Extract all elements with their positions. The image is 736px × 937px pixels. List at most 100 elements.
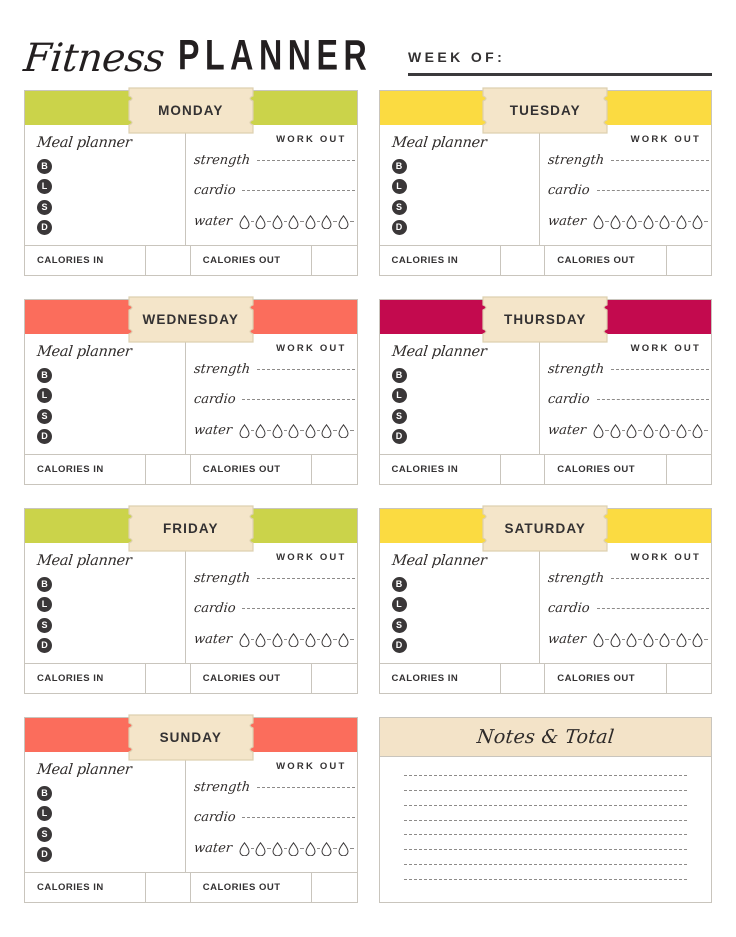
water-drop-icon[interactable]	[659, 423, 670, 438]
water-drop-icon[interactable]	[659, 632, 670, 647]
water-drop-icon[interactable]	[692, 214, 703, 229]
strength-entry-line[interactable]	[256, 577, 355, 579]
strength-entry-line[interactable]	[256, 786, 355, 788]
meal-entry-line[interactable]	[415, 166, 530, 167]
meal-row[interactable]: L	[37, 387, 175, 404]
water-tracker[interactable]	[239, 841, 355, 856]
calories-out-value[interactable]	[667, 664, 711, 693]
meal-row[interactable]: B	[37, 367, 175, 384]
meal-row[interactable]: S	[37, 617, 175, 634]
calories-out-value[interactable]	[312, 246, 356, 275]
cardio-entry-line[interactable]	[242, 817, 355, 819]
meal-entry-line[interactable]	[60, 625, 175, 626]
calories-out-value[interactable]	[312, 873, 356, 902]
meal-row[interactable]: D	[37, 219, 175, 236]
meal-row[interactable]: L	[391, 387, 530, 404]
water-drop-icon[interactable]	[288, 423, 299, 438]
meal-entry-line[interactable]	[415, 645, 530, 646]
strength-entry-line[interactable]	[256, 159, 355, 161]
week-of-field[interactable]: WEEK OF:	[408, 49, 712, 78]
cardio-entry-line[interactable]	[596, 190, 709, 192]
meal-row[interactable]: S	[391, 617, 530, 634]
meal-entry-line[interactable]	[60, 227, 175, 228]
notes-line[interactable]	[403, 789, 687, 791]
water-tracker[interactable]	[239, 632, 355, 647]
water-drop-icon[interactable]	[272, 841, 283, 856]
meal-row[interactable]: B	[391, 367, 530, 384]
calories-out-value[interactable]	[667, 455, 711, 484]
meal-row[interactable]: S	[37, 408, 175, 425]
week-of-writing-line[interactable]	[408, 73, 712, 76]
water-drop-icon[interactable]	[643, 214, 654, 229]
strength-entry-line[interactable]	[611, 159, 709, 161]
meal-entry-line[interactable]	[415, 436, 530, 437]
water-tracker[interactable]	[593, 214, 709, 229]
water-drop-icon[interactable]	[272, 214, 283, 229]
meal-entry-line[interactable]	[60, 813, 175, 814]
meal-entry-line[interactable]	[415, 375, 530, 376]
water-drop-icon[interactable]	[692, 632, 703, 647]
water-drop-icon[interactable]	[288, 632, 299, 647]
meal-row[interactable]: D	[37, 428, 175, 445]
water-drop-icon[interactable]	[255, 632, 266, 647]
strength-row[interactable]: strength	[547, 153, 709, 168]
meal-row[interactable]: S	[37, 199, 175, 216]
water-drop-icon[interactable]	[239, 214, 250, 229]
water-drop-icon[interactable]	[255, 841, 266, 856]
notes-line[interactable]	[403, 819, 687, 821]
water-drop-icon[interactable]	[626, 423, 637, 438]
water-drop-icon[interactable]	[305, 841, 316, 856]
meal-entry-line[interactable]	[415, 186, 530, 187]
calories-in-value[interactable]	[501, 246, 546, 275]
cardio-entry-line[interactable]	[242, 399, 355, 401]
notes-line[interactable]	[403, 834, 687, 836]
meal-row[interactable]: S	[37, 826, 175, 843]
cardio-row[interactable]: cardio	[547, 392, 709, 407]
meal-entry-line[interactable]	[60, 416, 175, 417]
water-drop-icon[interactable]	[676, 423, 687, 438]
meal-row[interactable]: B	[37, 785, 175, 802]
water-drop-icon[interactable]	[288, 841, 299, 856]
water-drop-icon[interactable]	[338, 632, 349, 647]
strength-row[interactable]: strength	[547, 571, 709, 586]
meal-entry-line[interactable]	[60, 166, 175, 167]
cardio-row[interactable]: cardio	[193, 183, 355, 198]
water-drop-icon[interactable]	[593, 632, 604, 647]
meal-entry-line[interactable]	[60, 436, 175, 437]
water-drop-icon[interactable]	[305, 632, 316, 647]
meal-row[interactable]: B	[391, 158, 530, 175]
calories-in-value[interactable]	[501, 664, 546, 693]
calories-out-value[interactable]	[667, 246, 711, 275]
meal-entry-line[interactable]	[60, 375, 175, 376]
calories-in-value[interactable]	[146, 455, 191, 484]
meal-entry-line[interactable]	[60, 186, 175, 187]
water-drop-icon[interactable]	[255, 214, 266, 229]
meal-entry-line[interactable]	[415, 207, 530, 208]
calories-in-value[interactable]	[501, 455, 546, 484]
notes-line[interactable]	[403, 849, 687, 851]
meal-entry-line[interactable]	[60, 207, 175, 208]
notes-line[interactable]	[403, 864, 687, 866]
water-drop-icon[interactable]	[593, 423, 604, 438]
meal-row[interactable]: D	[391, 219, 530, 236]
meal-row[interactable]: D	[391, 637, 530, 654]
meal-entry-line[interactable]	[60, 645, 175, 646]
meal-row[interactable]: B	[37, 576, 175, 593]
water-drop-icon[interactable]	[272, 632, 283, 647]
calories-in-value[interactable]	[146, 246, 191, 275]
water-drop-icon[interactable]	[239, 423, 250, 438]
cardio-row[interactable]: cardio	[547, 183, 709, 198]
calories-in-value[interactable]	[146, 873, 191, 902]
meal-entry-line[interactable]	[60, 854, 175, 855]
calories-out-value[interactable]	[312, 664, 356, 693]
cardio-entry-line[interactable]	[242, 190, 355, 192]
water-drop-icon[interactable]	[338, 841, 349, 856]
water-tracker[interactable]	[239, 423, 355, 438]
water-drop-icon[interactable]	[676, 632, 687, 647]
meal-entry-line[interactable]	[60, 395, 175, 396]
meal-entry-line[interactable]	[60, 604, 175, 605]
water-drop-icon[interactable]	[626, 214, 637, 229]
notes-line[interactable]	[403, 774, 687, 776]
cardio-entry-line[interactable]	[596, 399, 709, 401]
water-drop-icon[interactable]	[643, 423, 654, 438]
